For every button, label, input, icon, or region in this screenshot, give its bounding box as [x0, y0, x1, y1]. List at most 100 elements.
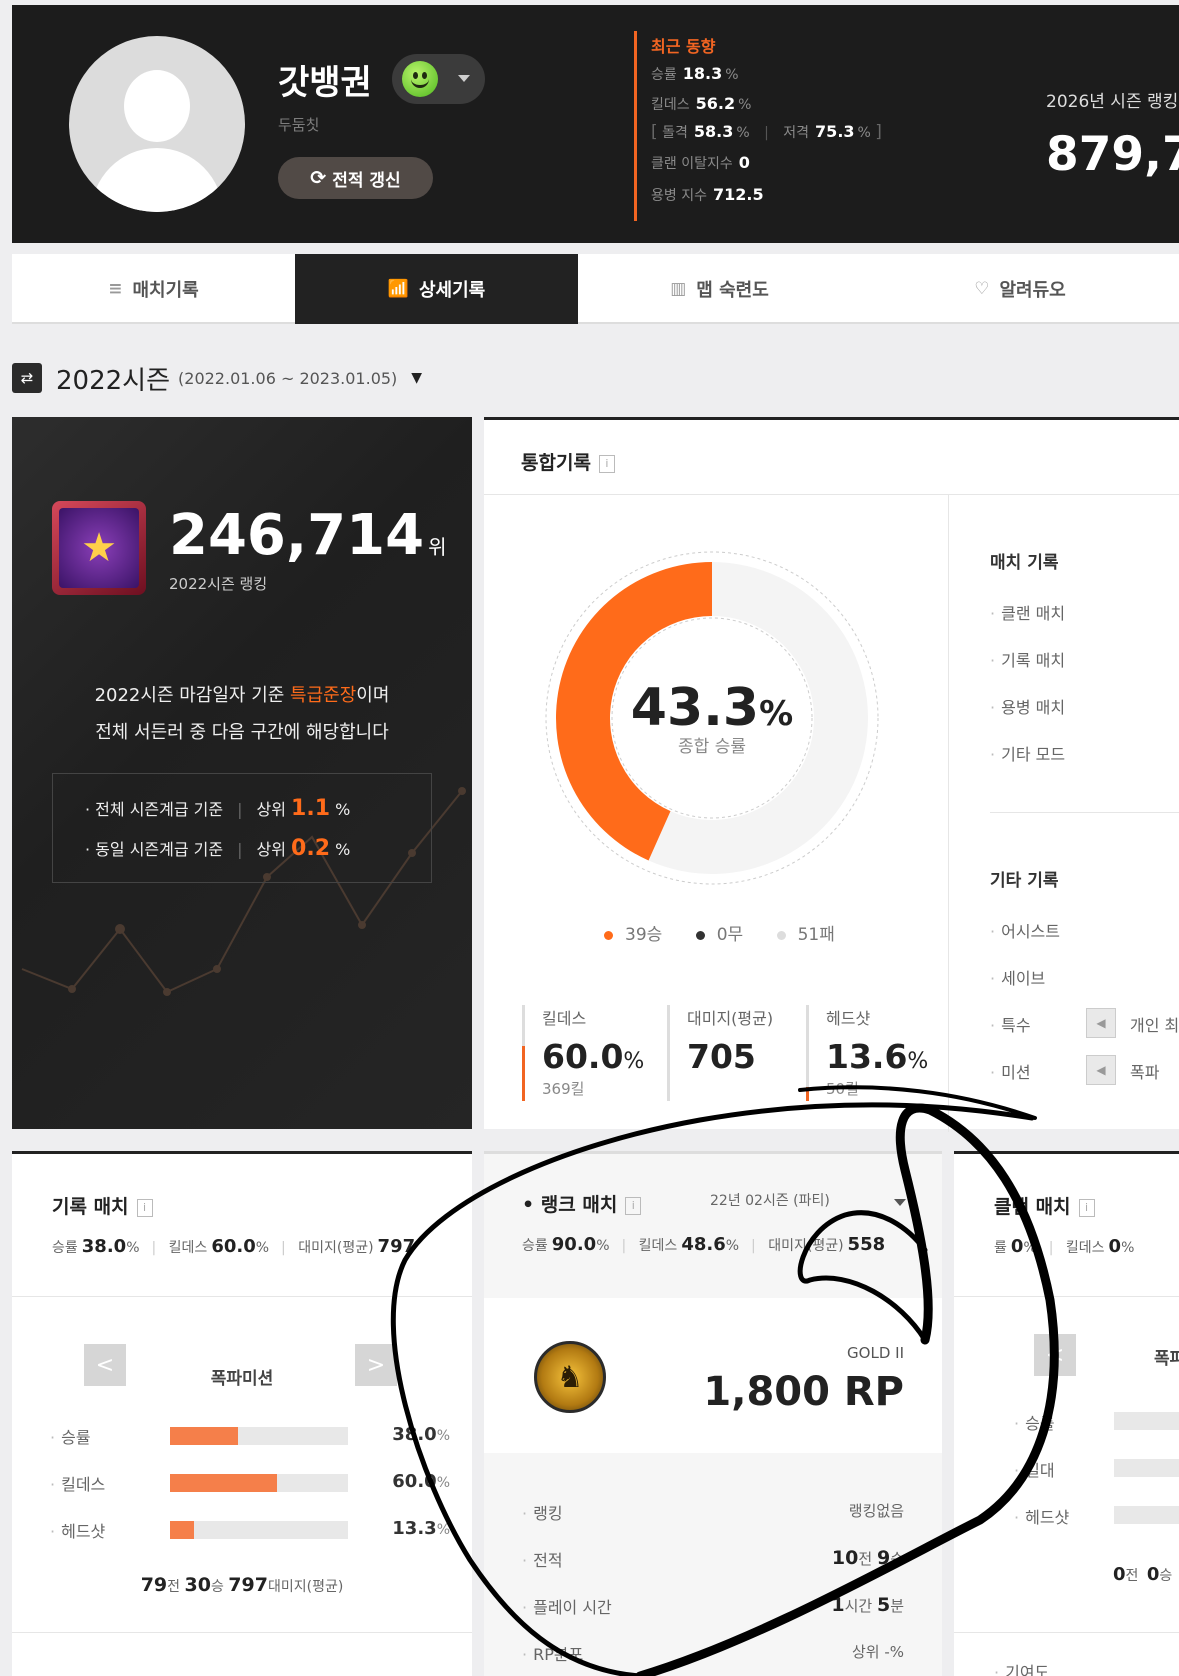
mission-prev-button[interactable]: ◀	[1086, 1055, 1116, 1085]
special-prev-button[interactable]: ◀	[1086, 1008, 1116, 1038]
trend-weapons: [ 돌격 58.3% | 저격 75.3% ]	[651, 122, 882, 142]
trend-merc: 용병 지수 712.5	[651, 185, 764, 204]
clan-mode-name: 폭파	[1154, 1349, 1179, 1369]
rank-match-summary: 승률 90.0% | 킬데스 48.6% | 대미지(평균) 558	[522, 1234, 886, 1255]
special-mode-label: 개인 최	[1130, 1016, 1179, 1035]
tier-label: GOLD II	[847, 1344, 904, 1362]
season-rank-caption: 2022시즌 랭킹	[169, 575, 268, 593]
season-rank-label: 2026년 시즌 랭킹	[1046, 92, 1179, 112]
side-clan-match[interactable]: 클랜 매치	[990, 600, 1065, 624]
avatar	[69, 36, 245, 212]
clan-match-totals: 0전 0승	[1113, 1564, 1173, 1585]
record-match-title: 기록 매치 i	[52, 1192, 153, 1219]
clan-match-panel: 클랜 매치i 률0%| 킬데스0% < 폭파 승률 킬대 헤드샷 0전 0승 기…	[954, 1151, 1179, 1676]
clan-contrib-label: 기여도	[994, 1659, 1049, 1676]
rank-percentile-box: · 전체 시즌계급 기준 | 상위 1.1 % · 동일 시즌계급 기준 | 상위 0.…	[52, 773, 432, 883]
rank-description-line1: 2022시즌 마감일자 기준 특급준장이며	[94, 685, 390, 706]
season-range: (2022.01.06 ~ 2023.01.05)	[178, 368, 398, 388]
other-record-title: 기타 기록	[990, 871, 1059, 891]
chart-icon: 📶	[387, 279, 409, 299]
profile-header: 갓뱅권 두둠칫 ⟳ 전적 갱신 최근 동향 승률 18.3% 킬데스 56.2% […	[12, 5, 1179, 243]
emoji-dropdown[interactable]	[392, 54, 485, 104]
percentile-same-tier: · 동일 시즌계급 기준 | 상위 0.2 %	[85, 836, 351, 861]
side-assist: 어시스트	[990, 918, 1060, 942]
map-icon: ▥	[670, 279, 687, 299]
match-record-title: 매치 기록	[990, 553, 1059, 573]
nickname: 갓뱅권	[278, 63, 372, 103]
bar-kd: 킬데스 60.0%	[50, 1471, 450, 1494]
side-record-match[interactable]: 기록 매치	[990, 647, 1065, 671]
side-save: 세이브	[990, 965, 1045, 989]
percentile-overall: · 전체 시즌계급 기준 | 상위 1.1 %	[85, 796, 351, 821]
season-selector[interactable]: ⇄ 2022시즌 (2022.01.06 ~ 2023.01.05) ▼	[12, 362, 423, 396]
integrated-record-panel: 통합기록 i 43.3% 종합 승률 39승 0무 51패 킬데스 60.0% 3…	[484, 417, 1179, 1132]
chevron-down-icon[interactable]	[894, 1199, 906, 1206]
gold-tier-emblem-icon: ♞	[534, 1341, 606, 1413]
donut-legend: 39승 0무 51패	[604, 920, 863, 945]
info-icon[interactable]: i	[1078, 1198, 1095, 1217]
record-match-panel: 기록 매치 i 승률 38.0% | 킬데스 60.0% | 대미지(평균) 797 < 폭…	[12, 1151, 472, 1676]
legend-draws: 0무	[695, 925, 743, 945]
tab-detailed-record[interactable]: 📶 상세기록	[295, 254, 578, 324]
rank-match-panel: • 랭크 매치 i 22년 02시즌 (파티) 승률 90.0% | 킬데스 48.6%…	[484, 1151, 942, 1676]
rank-match-title: • 랭크 매치 i	[522, 1190, 642, 1217]
record-match-summary: 승률 38.0% | 킬데스 60.0% | 대미지(평균) 797	[52, 1236, 416, 1257]
clan-bar-label-2: 킬대	[1014, 1457, 1054, 1481]
side-merc-match[interactable]: 용병 매치	[990, 694, 1065, 718]
clan-bar-label-3: 헤드샷	[1014, 1504, 1069, 1528]
season-swap-icon: ⇄	[12, 363, 42, 393]
clan-match-summary: 률 0% | 킬데스 0%	[994, 1236, 1135, 1257]
refresh-icon: ⟳	[310, 167, 327, 189]
recent-trend-title: 최근 동향	[651, 37, 716, 56]
bar-headshot: 헤드샷 13.3%	[50, 1518, 450, 1541]
season-rank-number: 246,714 위	[169, 503, 447, 568]
trend-clan-leave: 클랜 이탈지수 0	[651, 153, 750, 172]
tab-map-mastery[interactable]: ▥ 맵 숙련도	[578, 254, 861, 324]
side-special: 특수	[990, 1012, 1030, 1036]
legend-wins: 39승	[604, 925, 662, 945]
chevron-down-icon	[458, 75, 470, 82]
rank-badge-icon: ★	[52, 501, 146, 595]
season-rank-value: 879,74	[1046, 127, 1179, 182]
refresh-label: 전적 갱신	[332, 170, 401, 191]
integrated-record-title: 통합기록 i	[521, 448, 615, 475]
legend-losses: 51패	[776, 925, 835, 945]
rank-points: 1,800 RP	[703, 1369, 904, 1415]
clan-bar-label-1: 승률	[1014, 1410, 1054, 1434]
trend-kd: 킬데스 56.2%	[651, 94, 752, 113]
rank-rp-dist-row: RP분포 상위 -%	[522, 1641, 904, 1664]
caret-down-icon: ▼	[411, 370, 423, 386]
tab-match-history[interactable]: ≡ 매치기록	[12, 254, 295, 324]
smiley-icon	[402, 61, 438, 97]
mode-next-button[interactable]: >	[355, 1344, 397, 1386]
info-icon[interactable]: i	[136, 1198, 153, 1217]
info-icon[interactable]: i	[598, 454, 615, 473]
heart-icon: ♡	[974, 279, 990, 299]
mode-name: 폭파미션	[210, 1369, 274, 1389]
rank-playtime-row: 플레이 시간 1시간 5분	[522, 1594, 904, 1617]
overall-winrate: 43.3% 종합 승률	[630, 678, 794, 757]
tab-duo[interactable]: ♡ 알려듀오	[861, 254, 1179, 324]
rank-description-line2: 전체 서든러 중 다음 구간에 해당합니다	[95, 722, 389, 743]
rank-season-select[interactable]: 22년 02시즌 (파티)	[710, 1190, 830, 1210]
tab-bar: ≡ 매치기록 📶 상세기록 ▥ 맵 숙련도 ♡ 알려듀오	[12, 254, 1179, 324]
refresh-record-button[interactable]: ⟳ 전적 갱신	[278, 157, 433, 199]
side-other-mode[interactable]: 기타 모드	[990, 741, 1065, 765]
rank-ranking-row: 랭킹 랭킹없음	[522, 1500, 904, 1523]
mission-mode-label: 폭파	[1130, 1063, 1160, 1082]
clan-match-title: 클랜 매치 i	[994, 1192, 1095, 1219]
stat-headshot: 헤드샷 13.6% 50킬	[806, 1005, 928, 1101]
record-match-totals: 79전 30승 797대미지(평균)	[140, 1574, 344, 1596]
rank-record-row: 전적 10전 9승	[522, 1547, 904, 1570]
recent-trend: 최근 동향 승률 18.3% 킬데스 56.2% [ 돌격 58.3% | 저격 75.…	[634, 31, 882, 221]
info-icon[interactable]: i	[625, 1196, 642, 1215]
stat-damage: 대미지(평균) 705	[667, 1005, 773, 1101]
bar-winrate: 승률 38.0%	[50, 1424, 450, 1447]
subtitle: 두둠칫	[278, 116, 320, 134]
season-name: 2022시즌	[56, 365, 171, 396]
clan-mode-prev-button[interactable]: <	[1034, 1334, 1076, 1376]
season-rank-panel: ★ 246,714 위 2022시즌 랭킹 2022시즌 마감일자 기준 특급준장…	[12, 417, 472, 1129]
list-icon: ≡	[108, 279, 123, 299]
side-mission: 미션	[990, 1059, 1030, 1083]
trend-winrate: 승률 18.3%	[651, 64, 739, 83]
